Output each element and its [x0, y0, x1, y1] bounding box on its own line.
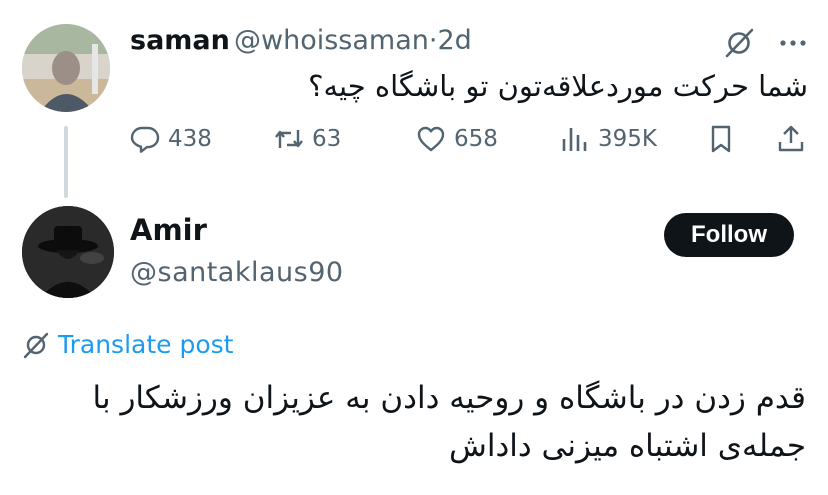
- repost-icon: [275, 130, 303, 148]
- author-handle[interactable]: @whoissaman: [234, 25, 429, 56]
- like-button[interactable]: 658: [416, 118, 498, 160]
- repost-button[interactable]: 63: [274, 118, 341, 160]
- translate-post-link[interactable]: Translate post: [22, 328, 233, 362]
- heart-icon: [417, 126, 445, 152]
- follow-button[interactable]: Follow: [664, 213, 794, 257]
- avatar-saman[interactable]: [22, 24, 110, 112]
- thread-line: [64, 126, 68, 198]
- author-meta: @whoissaman·2d: [234, 24, 472, 58]
- author-name[interactable]: saman: [130, 24, 230, 58]
- like-count: 658: [454, 126, 498, 152]
- translate-icon: [23, 332, 49, 359]
- repost-count: 63: [312, 126, 342, 152]
- share-button[interactable]: [776, 118, 806, 160]
- avatar-photo: [22, 24, 110, 112]
- views-count: 395K: [598, 126, 657, 152]
- post-text: شما حرکت موردعلاقه‌تون تو باشگاه چیه؟: [308, 69, 808, 103]
- views-icon: [562, 128, 587, 151]
- action-bar: 438 63 658 395K: [124, 118, 814, 160]
- reply-author-handle[interactable]: @santaklaus90: [130, 256, 344, 290]
- post-age[interactable]: 2d: [437, 25, 471, 56]
- reply-author-name[interactable]: Amir: [130, 212, 207, 248]
- reply-button[interactable]: 438: [130, 118, 212, 160]
- reply-count: 438: [168, 126, 212, 152]
- translate-label: Translate post: [58, 330, 234, 359]
- avatar-photo: [22, 206, 114, 298]
- bookmark-icon: [711, 125, 731, 153]
- bookmark-button[interactable]: [706, 118, 736, 160]
- grok-icon[interactable]: [722, 26, 756, 60]
- views-button[interactable]: 395K: [560, 118, 657, 160]
- more-icon[interactable]: [776, 30, 810, 56]
- reply-icon: [130, 126, 160, 153]
- avatar-amir[interactable]: [22, 206, 114, 298]
- reply-text: قدم زدن در باشگاه و روحیه دادن به عزیزان…: [92, 380, 806, 464]
- share-icon: [778, 125, 804, 152]
